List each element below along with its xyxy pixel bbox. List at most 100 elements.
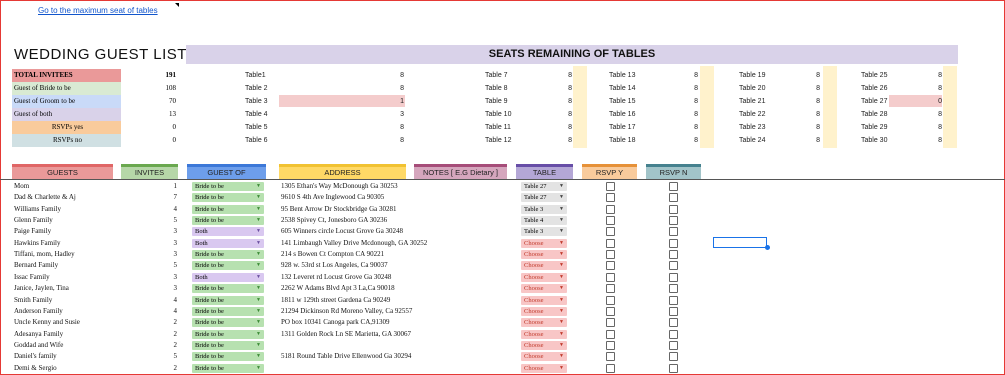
- rsvp-no-checkbox[interactable]: [669, 250, 678, 260]
- table-seats: 8: [568, 124, 572, 131]
- address: 2262 W Adams Blvd Apt 3 La,Ca 90018: [281, 284, 395, 293]
- rsvp-yes-checkbox[interactable]: [606, 204, 615, 214]
- table-name: Table 9: [485, 98, 508, 105]
- guest-of-select[interactable]: Bride to be ▼: [192, 193, 264, 203]
- summary-value: 191: [122, 69, 178, 82]
- rsvp-no-checkbox[interactable]: [669, 193, 678, 203]
- guest-of-select[interactable]: Bride to be ▼: [192, 182, 264, 191]
- yellow-strip: [700, 66, 714, 148]
- table-name: Table 18: [609, 137, 636, 144]
- rsvp-no-checkbox[interactable]: [669, 363, 678, 373]
- guest-name: Adesanya Family: [14, 329, 64, 338]
- table-select[interactable]: Table 4 ▼: [521, 216, 567, 226]
- table-seats: 8: [938, 137, 942, 144]
- table-select[interactable]: Choose ▼: [521, 272, 567, 282]
- guest-of-select[interactable]: Bride to be ▼: [192, 204, 264, 214]
- table-name: Table 30: [861, 137, 888, 144]
- rsvp-yes-checkbox[interactable]: [606, 306, 615, 316]
- table-select[interactable]: Choose ▼: [521, 295, 567, 305]
- rsvp-yes-checkbox[interactable]: [606, 340, 615, 350]
- table-select[interactable]: Table 27 ▼: [521, 193, 567, 203]
- table-select[interactable]: Choose ▼: [521, 238, 567, 248]
- rsvp-no-checkbox[interactable]: [669, 261, 678, 271]
- rsvp-no-checkbox[interactable]: [669, 227, 678, 237]
- table-select[interactable]: Choose ▼: [521, 352, 567, 362]
- guest-of-select[interactable]: Both ▼: [192, 238, 264, 248]
- invites-count: 4: [173, 295, 178, 304]
- table-select[interactable]: Choose ▼: [521, 261, 567, 271]
- rsvp-no-checkbox[interactable]: [669, 329, 678, 339]
- guest-of-select[interactable]: Bride to be ▼: [192, 306, 264, 316]
- guest-of-select[interactable]: Bride to be ▼: [192, 250, 264, 260]
- table-select[interactable]: Choose ▼: [521, 340, 567, 350]
- rsvp-yes-checkbox[interactable]: [606, 284, 615, 294]
- rsvp-yes-checkbox[interactable]: [606, 182, 615, 191]
- guest-of-select[interactable]: Bride to be ▼: [192, 216, 264, 226]
- rsvp-yes-checkbox[interactable]: [606, 363, 615, 373]
- invites-count: 4: [173, 306, 178, 315]
- column-header-bar: [646, 164, 701, 167]
- rsvp-no-checkbox[interactable]: [669, 238, 678, 248]
- table-name: Table 28: [861, 111, 888, 118]
- table-name: Table 4: [245, 111, 268, 118]
- rsvp-yes-checkbox[interactable]: [606, 193, 615, 203]
- guest-of-select[interactable]: Bride to be ▼: [192, 329, 264, 339]
- rsvp-yes-checkbox[interactable]: [606, 318, 615, 328]
- rsvp-no-checkbox[interactable]: [669, 352, 678, 362]
- table-select[interactable]: Choose ▼: [521, 306, 567, 316]
- table-select[interactable]: Choose ▼: [521, 329, 567, 339]
- guest-of-select[interactable]: Bride to be ▼: [192, 363, 264, 373]
- guest-of-select[interactable]: Bride to be ▼: [192, 284, 264, 294]
- rsvp-yes-checkbox[interactable]: [606, 227, 615, 237]
- rsvp-yes-checkbox[interactable]: [606, 352, 615, 362]
- rsvp-no-checkbox[interactable]: [669, 272, 678, 282]
- table-select[interactable]: Choose ▼: [521, 250, 567, 260]
- chevron-down-icon: ▼: [559, 229, 564, 235]
- rsvp-yes-checkbox[interactable]: [606, 250, 615, 260]
- chevron-down-icon: ▼: [559, 365, 564, 371]
- table-name: Table 19: [739, 72, 766, 79]
- table-select[interactable]: Choose ▼: [521, 284, 567, 294]
- table-seats: 8: [816, 111, 820, 118]
- rsvp-yes-checkbox[interactable]: [606, 238, 615, 248]
- rsvp-no-checkbox[interactable]: [669, 284, 678, 294]
- guest-of-select[interactable]: Bride to be ▼: [192, 318, 264, 328]
- address: 928 w. 53rd st Los Angeles, Ca 90037: [281, 261, 388, 270]
- rsvp-yes-checkbox[interactable]: [606, 329, 615, 339]
- rsvp-no-checkbox[interactable]: [669, 340, 678, 350]
- guest-of-select[interactable]: Bride to be ▼: [192, 295, 264, 305]
- rsvp-yes-checkbox[interactable]: [606, 272, 615, 282]
- rsvp-no-checkbox[interactable]: [669, 216, 678, 226]
- guest-of-select[interactable]: Both ▼: [192, 272, 264, 282]
- rsvp-no-checkbox[interactable]: [669, 204, 678, 214]
- guest-of-select[interactable]: Both ▼: [192, 227, 264, 237]
- chevron-down-icon: ▼: [256, 195, 261, 201]
- table-select[interactable]: Table 27 ▼: [521, 182, 567, 191]
- table-select[interactable]: Table 3 ▼: [521, 227, 567, 237]
- guest-of-select[interactable]: Bride to be ▼: [192, 352, 264, 362]
- rsvp-yes-checkbox[interactable]: [606, 261, 615, 271]
- table-select[interactable]: Choose ▼: [521, 318, 567, 328]
- summary-label: RSVPs yes: [12, 121, 121, 134]
- max-seat-link[interactable]: Go to the maximum seat of tables: [38, 6, 158, 15]
- selected-cell[interactable]: [713, 237, 767, 248]
- rsvp-yes-checkbox[interactable]: [606, 216, 615, 226]
- table-select[interactable]: Choose ▼: [521, 363, 567, 373]
- rsvp-no-checkbox[interactable]: [669, 182, 678, 191]
- rsvp-no-checkbox[interactable]: [669, 306, 678, 316]
- guest-of-select[interactable]: Bride to be ▼: [192, 340, 264, 350]
- fill-handle[interactable]: [765, 245, 770, 250]
- table-select[interactable]: Table 3 ▼: [521, 204, 567, 214]
- guest-of-select[interactable]: Bride to be ▼: [192, 261, 264, 271]
- table-row: Williams Family 4 Bride to be ▼ 95 Bent Arro…: [0, 204, 705, 215]
- rsvp-no-checkbox[interactable]: [669, 318, 678, 328]
- yellow-strip: [573, 66, 587, 148]
- rsvp-yes-checkbox[interactable]: [606, 295, 615, 305]
- yellow-strip: [823, 66, 837, 148]
- table-seats: 8: [938, 85, 942, 92]
- table-seats: 8: [568, 111, 572, 118]
- summary-label: Guest of Bride to be: [12, 82, 121, 95]
- table-name: Table 27: [861, 98, 888, 105]
- chevron-down-icon: ▼: [559, 184, 564, 189]
- rsvp-no-checkbox[interactable]: [669, 295, 678, 305]
